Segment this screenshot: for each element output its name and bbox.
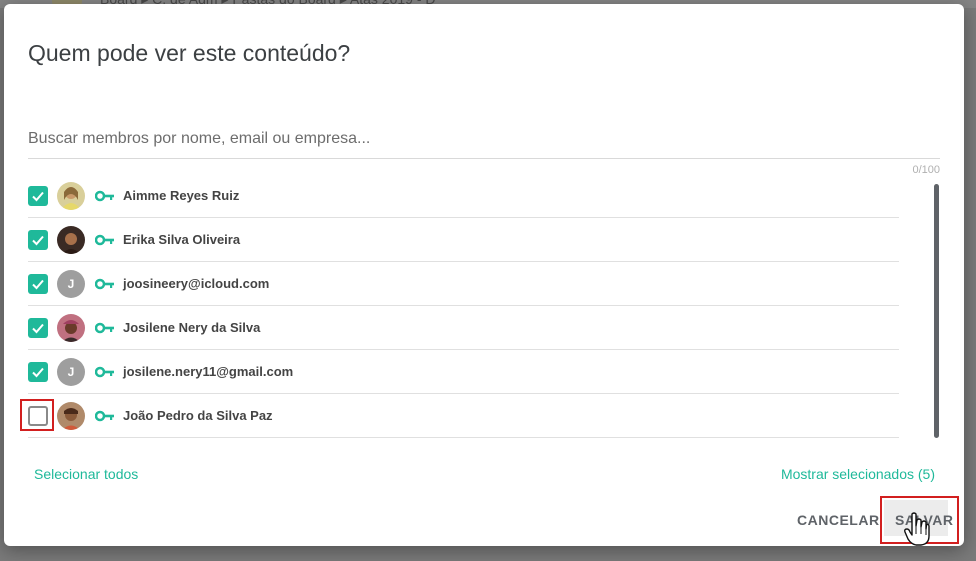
avatar: [57, 225, 85, 254]
key-icon: [95, 410, 115, 422]
member-checkbox[interactable]: [28, 317, 48, 338]
hand-pointer-icon: [904, 512, 930, 551]
member-row[interactable]: João Pedro da Silva Paz: [20, 394, 899, 438]
key-icon: [95, 234, 115, 246]
member-name: Aimme Reyes Ruiz: [123, 188, 240, 203]
member-checkbox[interactable]: [28, 229, 48, 250]
key-icon: [95, 278, 115, 290]
avatar: [57, 181, 85, 210]
key-icon: [95, 322, 115, 334]
member-row[interactable]: J joosineery@icloud.com: [28, 262, 899, 306]
member-row[interactable]: Josilene Nery da Silva: [28, 306, 899, 350]
member-name: joosineery@icloud.com: [123, 276, 270, 291]
member-name: João Pedro da Silva Paz: [123, 408, 273, 423]
dialog-title: Quem pode ver este conteúdo?: [28, 40, 351, 66]
member-name: Erika Silva Oliveira: [123, 232, 241, 247]
check-icon: [32, 279, 44, 289]
search-input[interactable]: [28, 122, 940, 156]
check-icon: [32, 191, 44, 201]
member-checkbox[interactable]: [28, 361, 48, 382]
check-icon: [32, 323, 44, 333]
search-field: [28, 122, 940, 159]
avatar: [57, 401, 85, 430]
show-selected-link[interactable]: Mostrar selecionados (5): [781, 466, 935, 482]
avatar: [57, 313, 85, 342]
key-icon: [95, 366, 115, 378]
select-all-link[interactable]: Selecionar todos: [34, 466, 138, 482]
member-checkbox[interactable]: [28, 273, 48, 294]
member-row[interactable]: Erika Silva Oliveira: [28, 218, 899, 262]
cancel-button[interactable]: CANCELAR: [797, 512, 880, 528]
selection-counter: 0/100: [912, 164, 940, 176]
list-scrollbar[interactable]: [934, 184, 939, 438]
key-icon: [95, 190, 115, 202]
member-row[interactable]: Aimme Reyes Ruiz: [28, 174, 899, 218]
check-icon: [32, 367, 44, 377]
member-checkbox[interactable]: [28, 185, 48, 206]
member-list: Aimme Reyes Ruiz Erika Silva Oliveira J: [20, 174, 899, 438]
check-icon: [32, 235, 44, 245]
member-name: josilene.nery11@gmail.com: [123, 364, 294, 379]
member-visibility-dialog: Quem pode ver este conteúdo? 0/100 Aimme…: [4, 4, 964, 546]
checkbox-highlight: [20, 399, 54, 431]
avatar: J: [57, 357, 85, 386]
member-name: Josilene Nery da Silva: [123, 320, 261, 335]
member-row[interactable]: J josilene.nery11@gmail.com: [28, 350, 899, 394]
avatar: J: [57, 269, 85, 298]
